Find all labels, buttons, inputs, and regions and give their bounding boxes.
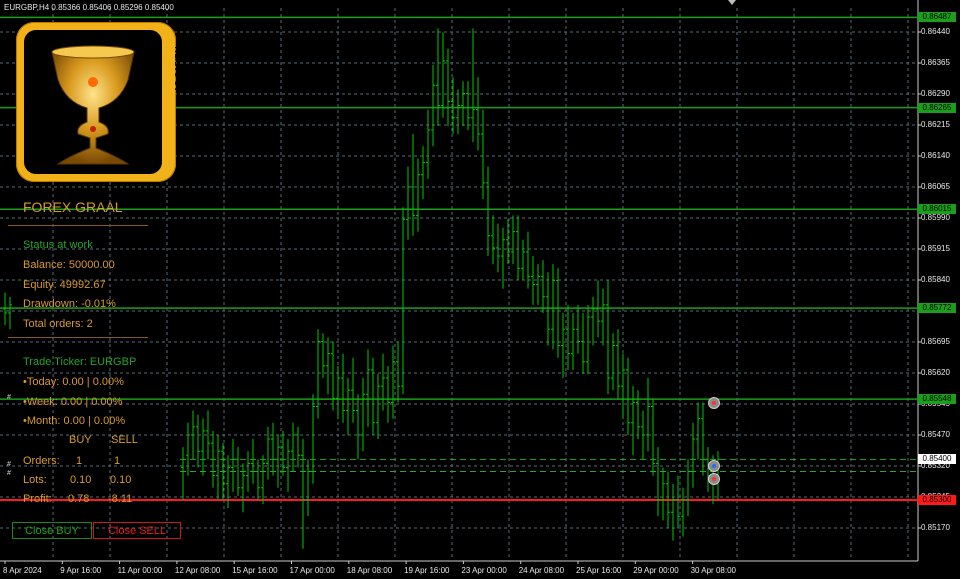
price-axis-label: 0.85840: [921, 275, 950, 284]
price-axis-label: 0.86065: [921, 182, 950, 191]
price-axis-label: 0.85470: [921, 430, 950, 439]
lots-sell-value: 0.10: [110, 474, 132, 486]
profit-label: Profit:: [23, 493, 52, 505]
profit-sell-value: -8.11: [108, 493, 133, 505]
time-axis-label: 24 Apr 08:00: [518, 566, 565, 575]
equity-text: Equity: 49992.67: [23, 279, 106, 291]
col-buy-header: BUY: [69, 434, 92, 446]
symbol-info: EURGBP,H4 0.85366 0.85406 0.85296 0.8540…: [4, 3, 174, 12]
panel-separator: [8, 337, 148, 338]
buy-order-icon[interactable]: [708, 460, 720, 472]
level-marker-icon: #: [7, 461, 11, 468]
grail-logo: AC-CAPITAL: [16, 22, 183, 182]
time-axis-label: 11 Apr 00:00: [117, 566, 163, 575]
level-marker-icon: #: [7, 394, 11, 401]
golden-chalice-icon: [51, 45, 135, 165]
time-axis-label: 9 Apr 16:00: [60, 566, 102, 575]
profit-buy-value: 0.78: [68, 493, 90, 505]
close-buy-button[interactable]: Close BUY: [12, 522, 92, 539]
price-level-tag: 0.85772: [918, 303, 956, 314]
drawdown-text: Drawdown: -0.01%: [23, 298, 116, 310]
price-level-tag: 0.86265: [918, 102, 956, 113]
price-axis-label: 0.86215: [921, 120, 950, 129]
balance-text: Balance: 50000.00: [23, 259, 115, 271]
level-marker-icon: #: [7, 470, 11, 477]
price-axis-label: 0.85620: [921, 368, 950, 377]
price-level-tag: 0.85548: [918, 394, 956, 405]
price-level-tag: 0.86487: [918, 12, 956, 23]
lots-label: Lots:: [23, 474, 47, 486]
panel-title: FOREX GRAAL: [23, 199, 123, 215]
orders-buy-value: 1: [76, 455, 83, 467]
orders-label: Orders:: [23, 455, 60, 467]
time-axis-label: 15 Apr 16:00: [232, 566, 278, 575]
month-stats: •Month: 0.00 | 0.00%: [23, 415, 126, 427]
lots-buy-value: 0.10: [70, 474, 92, 486]
trade-ticker-text: Trade Ticker: EURGBP: [23, 356, 137, 368]
time-axis-label: 18 Apr 08:00: [346, 566, 393, 575]
price-axis-label: 0.86290: [921, 89, 950, 98]
price-axis-label: 0.86140: [921, 151, 950, 160]
price-axis-label: 0.85990: [921, 213, 950, 222]
price-level-tag: 0.85400: [918, 454, 956, 465]
price-level-tag: 0.85300: [918, 495, 956, 505]
price-axis-label: 0.86365: [921, 58, 950, 67]
price-axis-label: 0.86440: [921, 27, 950, 36]
time-axis-label: 19 Apr 16:00: [404, 566, 450, 575]
level-order-icon[interactable]: [708, 397, 720, 409]
price-level-tag: 0.86015: [918, 204, 956, 215]
time-axis-label: 8 Apr 2024: [3, 566, 42, 575]
col-sell-header: SELL: [111, 434, 138, 446]
time-axis-label: 17 Apr 00:00: [289, 566, 335, 575]
close-sell-button[interactable]: Close SELL: [93, 522, 181, 539]
time-axis-label: 29 Apr 00:00: [633, 566, 679, 575]
time-axis-label: 23 Apr 00:00: [461, 566, 507, 575]
logo-brand-text: AC-CAPITAL: [174, 43, 183, 92]
time-axis-label: 25 Apr 16:00: [576, 566, 622, 575]
today-stats: •Today: 0.00 | 0.00%: [23, 376, 124, 388]
orders-sell-value: 1: [114, 455, 121, 467]
total-orders-text: Total orders: 2: [23, 318, 93, 330]
panel-separator: [8, 225, 148, 226]
week-stats: •Week: 0.00 | 0.00%: [23, 396, 123, 408]
time-axis-label: 12 Apr 08:00: [174, 566, 221, 575]
price-axis-label: 0.85170: [921, 523, 950, 532]
price-axis-label: 0.85695: [921, 337, 950, 346]
time-axis-label: 30 Apr 08:00: [690, 566, 736, 575]
status-text: Status at work: [23, 239, 93, 251]
scroll-marker-icon[interactable]: [728, 0, 736, 5]
price-axis-label: 0.85915: [921, 244, 950, 253]
sell-order-icon[interactable]: [708, 473, 720, 485]
